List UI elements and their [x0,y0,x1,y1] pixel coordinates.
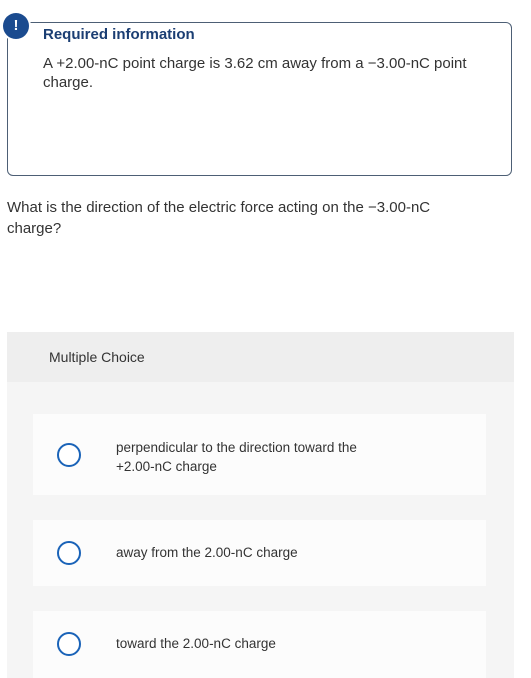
radio-button[interactable] [57,443,81,467]
choice-label: toward the 2.00-nC charge [116,636,276,651]
question-text: What is the direction of the electric fo… [7,199,431,237]
required-information-title: Required information [43,26,195,43]
radio-button[interactable] [57,632,81,656]
choice-option-1[interactable]: perpendicular to the direction toward th… [33,414,486,495]
alert-icon: ! [3,13,29,39]
radio-button[interactable] [57,541,81,565]
choice-option-2[interactable]: away from the 2.00-nC charge [33,520,486,586]
multiple-choice-header: Multiple Choice [7,332,514,382]
choice-label: perpendicular to the direction toward th… [116,440,357,474]
required-information-body: A +2.00-nC point charge is 3.62 cm away … [43,55,467,91]
multiple-choice-label: Multiple Choice [49,349,145,365]
choice-label: away from the 2.00-nC charge [116,545,298,560]
choice-option-3[interactable]: toward the 2.00-nC charge [33,611,486,678]
multiple-choice-panel: Multiple Choice perpendicular to the dir… [7,332,514,678]
required-information-box [7,22,512,176]
